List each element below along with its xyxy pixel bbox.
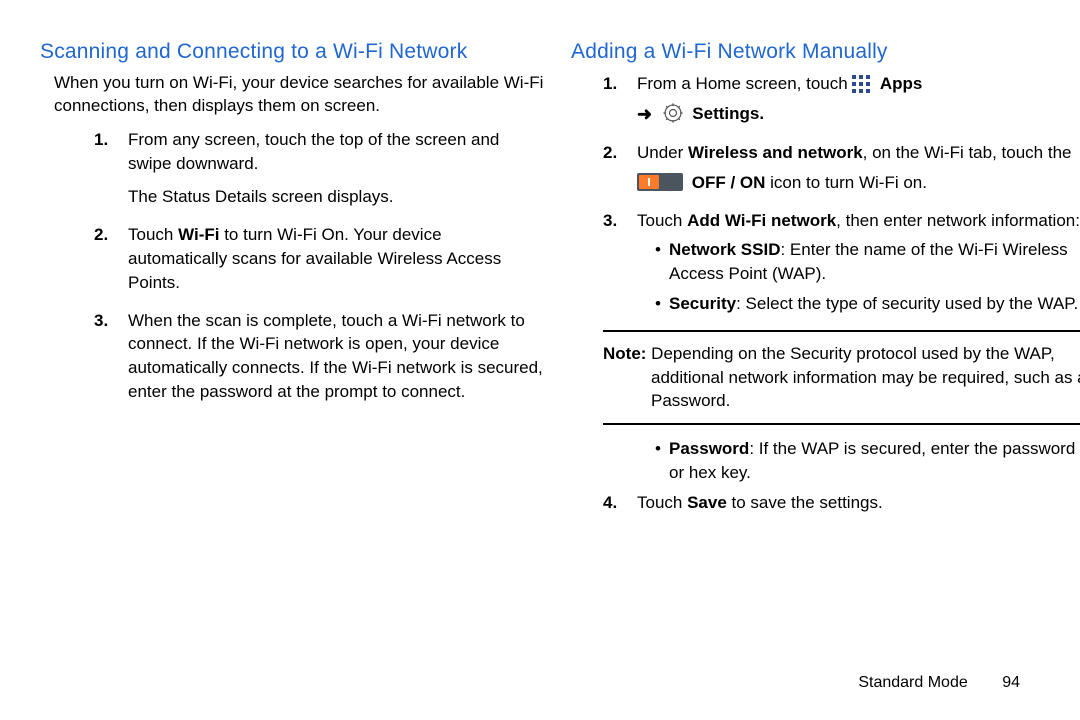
bold-off-on: OFF / ON: [692, 173, 766, 192]
apps-grid-icon: [852, 75, 870, 93]
text: Touch: [128, 225, 178, 244]
bold-security: Security: [669, 294, 736, 313]
right-step-2: 2. Under Wireless and network, on the Wi…: [603, 141, 1080, 195]
note-text: Note: Depending on the Security protocol…: [603, 342, 1080, 413]
bold-wireless-network: Wireless and network: [688, 143, 863, 162]
arrow-icon: ➜: [637, 102, 652, 127]
text: : Select the type of security used by th…: [736, 294, 1078, 313]
step-text: When the scan is complete, touch a Wi-Fi…: [128, 309, 545, 404]
step-number: 4.: [603, 491, 617, 515]
settings-gear-icon: [663, 103, 683, 123]
step-text: Touch Save to save the settings.: [637, 491, 1080, 515]
step-subtext: The Status Details screen displays.: [128, 185, 545, 209]
left-step-1: 1. From any screen, touch the top of the…: [94, 128, 545, 209]
step-number: 2.: [603, 141, 617, 165]
page-number: 94: [1002, 674, 1020, 692]
page-footer: Standard Mode 94: [858, 674, 1020, 692]
step-subline: ➜ Settings.: [637, 102, 1080, 127]
final-step-list: 4. Touch Save to save the settings.: [603, 491, 1080, 515]
two-column-layout: Scanning and Connecting to a Wi-Fi Netwo…: [40, 40, 1080, 529]
bullet-ssid: Network SSID: Enter the name of the Wi-F…: [655, 238, 1080, 286]
left-steps: 1. From any screen, touch the top of the…: [94, 128, 545, 404]
step-text: From any screen, touch the top of the sc…: [128, 128, 545, 176]
right-step-4: 4. Touch Save to save the settings.: [603, 491, 1080, 515]
step-text: From a Home screen, touch Apps: [637, 72, 1080, 96]
password-bullet-list: Password: If the WAP is secured, enter t…: [655, 437, 1080, 485]
step-text: Touch Add Wi-Fi network, then enter netw…: [637, 209, 1080, 233]
right-step-3: 3. Touch Add Wi-Fi network, then enter n…: [603, 209, 1080, 316]
bullet-password: Password: If the WAP is secured, enter t…: [655, 437, 1080, 485]
text: , on the Wi-Fi tab, touch the: [863, 143, 1072, 162]
step-text: Touch Wi-Fi to turn Wi-Fi On. Your devic…: [128, 223, 545, 294]
footer-section: Standard Mode: [858, 674, 967, 691]
off-on-toggle-icon: [637, 173, 683, 191]
bold-password: Password: [669, 439, 749, 458]
bold-wifi: Wi-Fi: [178, 225, 219, 244]
left-intro: When you turn on Wi-Fi, your device sear…: [54, 72, 545, 118]
step-subline: OFF / ON icon to turn Wi-Fi on.: [637, 171, 1080, 195]
text: Under: [637, 143, 688, 162]
step-number: 1.: [603, 72, 617, 96]
text: , then enter network information:: [836, 211, 1080, 230]
text: From a Home screen, touch: [637, 74, 852, 93]
network-info-bullets: Network SSID: Enter the name of the Wi-F…: [655, 238, 1080, 315]
text: Touch: [637, 493, 687, 512]
left-step-2: 2. Touch Wi-Fi to turn Wi-Fi On. Your de…: [94, 223, 545, 294]
step-number: 3.: [94, 309, 108, 333]
bold-note: Note:: [603, 344, 646, 363]
left-heading: Scanning and Connecting to a Wi-Fi Netwo…: [40, 40, 545, 64]
bold-apps: Apps: [880, 74, 923, 93]
manual-page: Scanning and Connecting to a Wi-Fi Netwo…: [0, 0, 1080, 720]
bold-save: Save: [687, 493, 727, 512]
text: icon to turn Wi-Fi on.: [765, 173, 927, 192]
right-column: Adding a Wi-Fi Network Manually 1. From …: [571, 40, 1080, 529]
step-number: 3.: [603, 209, 617, 233]
right-step-1: 1. From a Home screen, touch Apps ➜: [603, 72, 1080, 127]
after-note-content: Password: If the WAP is secured, enter t…: [603, 437, 1080, 514]
step-number: 1.: [94, 128, 108, 152]
bold-settings: Settings.: [692, 104, 764, 123]
left-step-3: 3. When the scan is complete, touch a Wi…: [94, 309, 545, 404]
note-block: Note: Depending on the Security protocol…: [603, 330, 1080, 425]
bold-add-wifi: Add Wi-Fi network: [687, 211, 836, 230]
text: Touch: [637, 211, 687, 230]
text: to save the settings.: [727, 493, 883, 512]
right-heading: Adding a Wi-Fi Network Manually: [571, 40, 1080, 64]
left-column: Scanning and Connecting to a Wi-Fi Netwo…: [40, 40, 545, 529]
text: Depending on the Security protocol used …: [646, 344, 1080, 411]
step-number: 2.: [94, 223, 108, 247]
step-text: Under Wireless and network, on the Wi-Fi…: [637, 141, 1080, 165]
bullet-security: Security: Select the type of security us…: [655, 292, 1080, 316]
right-steps: 1. From a Home screen, touch Apps ➜: [603, 72, 1080, 316]
bold-ssid: Network SSID: [669, 240, 780, 259]
